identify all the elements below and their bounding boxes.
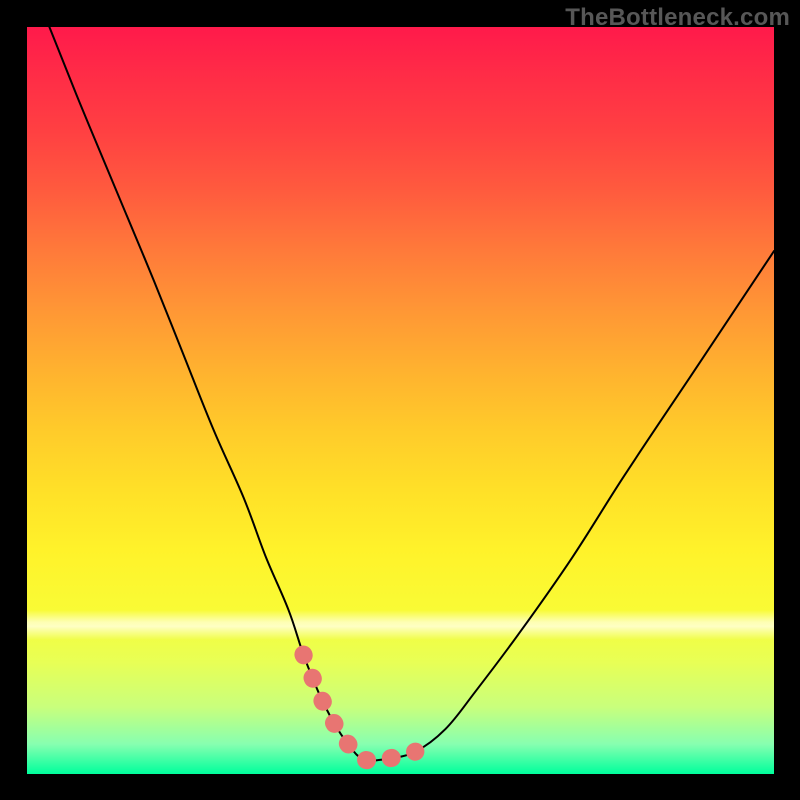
score-gradient-background [27, 27, 774, 774]
chart-frame: TheBottleneck.com [0, 0, 800, 800]
plot-area [27, 27, 774, 774]
watermark-text: TheBottleneck.com [565, 4, 790, 32]
